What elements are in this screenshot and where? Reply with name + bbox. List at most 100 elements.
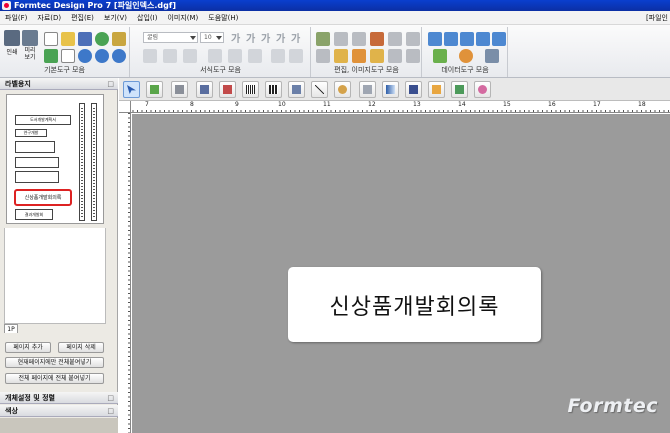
label-paper-header[interactable]: 라벨용지 □ (0, 78, 118, 90)
char-spacing-icon[interactable] (289, 49, 303, 63)
data-link-icon[interactable] (433, 49, 447, 63)
menu-view[interactable]: 보기(V) (99, 13, 132, 23)
expand-icon[interactable]: □ (107, 392, 114, 404)
paste-current-page-button[interactable]: 현재페이지에만 전체붙여넣기 (5, 357, 104, 368)
object-settings-title: 개체설정 및 정렬 (5, 394, 55, 402)
gradient-button[interactable] (382, 81, 399, 98)
menu-file[interactable]: 파일(F) (0, 13, 32, 23)
data-next-icon[interactable] (460, 32, 474, 46)
align-bottom-icon[interactable] (248, 49, 262, 63)
paste-all-pages-button[interactable]: 전체 페이지에 전체 붙여넣기 (5, 373, 104, 384)
image-export-icon[interactable] (112, 32, 126, 46)
data-first-icon[interactable] (428, 32, 442, 46)
underline-button[interactable]: 가 (261, 30, 270, 45)
photo-button[interactable] (451, 81, 468, 98)
page-thumbnail[interactable]: 도서개발계획서 연구개발 신상품개발회의록 결과개발회 (6, 94, 104, 224)
undo-icon[interactable] (316, 49, 330, 63)
menu-edit[interactable]: 편집(E) (66, 13, 99, 23)
shadow-text-button[interactable]: 가 (291, 30, 300, 45)
text-style-button[interactable] (405, 81, 422, 98)
new-file-icon[interactable] (44, 32, 58, 46)
barcode-2-button[interactable] (265, 81, 282, 98)
gradient-icon (386, 85, 395, 94)
draw-line-button[interactable] (219, 81, 236, 98)
left-panel-footer (0, 418, 118, 433)
grid-button[interactable] (359, 81, 376, 98)
object-settings-header[interactable]: 개체설정 및 정렬 □ (0, 392, 118, 404)
brightness-icon[interactable] (406, 49, 420, 63)
align-top-icon[interactable] (208, 49, 222, 63)
clipart-button[interactable] (474, 81, 491, 98)
align-middle-icon[interactable] (228, 49, 242, 63)
expand-icon[interactable]: □ (107, 405, 114, 417)
add-page-button[interactable]: 페이지 추가 (5, 342, 51, 353)
ruler-number: 9 (235, 101, 239, 108)
align-left-icon[interactable] (143, 49, 157, 63)
copy-icon[interactable] (334, 32, 348, 46)
barcode-button[interactable] (242, 81, 259, 98)
data-settings-icon[interactable] (485, 49, 499, 63)
page-tab-1[interactable]: 1P (4, 324, 18, 333)
print-icon[interactable] (4, 30, 20, 46)
table-button[interactable] (288, 81, 305, 98)
data-last-icon[interactable] (476, 32, 490, 46)
data-prev-icon[interactable] (444, 32, 458, 46)
align-center-icon[interactable] (163, 49, 177, 63)
line-icon (315, 85, 324, 94)
save-icon[interactable] (78, 32, 92, 46)
menu-help[interactable]: 도움말(H) (203, 13, 243, 23)
ruler-number: 11 (323, 101, 331, 108)
ruler-number: 15 (503, 101, 511, 108)
label-text[interactable]: 신상품개발회의록 (330, 289, 500, 321)
rotate-icon[interactable] (352, 49, 366, 63)
refresh-icon[interactable] (95, 32, 109, 46)
italic-button[interactable]: 가 (246, 30, 255, 45)
image-button[interactable] (428, 81, 445, 98)
delete-page-button[interactable]: 페이지 삭제 (58, 342, 104, 353)
zoom-in-icon[interactable] (78, 49, 92, 63)
image-icon (432, 85, 441, 94)
menu-image[interactable]: 이미지(M) (162, 13, 203, 23)
menu-data[interactable]: 자료(D) (32, 13, 66, 23)
zoom-out-icon[interactable] (95, 49, 109, 63)
color-header[interactable]: 색상 □ (0, 405, 118, 417)
cut-icon[interactable] (370, 32, 384, 46)
preview-icon[interactable] (22, 30, 38, 46)
open-folder-icon[interactable] (61, 32, 75, 46)
thumb-box-6: 결과개발회 (15, 209, 53, 220)
select-pointer-button[interactable] (123, 81, 140, 98)
copy-format-icon[interactable] (316, 32, 330, 46)
blank-page-icon[interactable] (61, 49, 75, 63)
size-combo[interactable]: 10 (200, 32, 224, 43)
thumb-strip-1 (79, 103, 85, 221)
thumbnail-area-blank (4, 228, 106, 324)
format-tools-label: 서식도구 모음 (200, 66, 241, 74)
move-tool-button[interactable] (146, 81, 163, 98)
shape-button[interactable] (334, 81, 351, 98)
image-insert-icon[interactable] (334, 49, 348, 63)
table-icon (292, 85, 301, 94)
delete-icon[interactable] (406, 32, 420, 46)
line-button[interactable] (311, 81, 328, 98)
crop-icon[interactable] (388, 49, 402, 63)
data-list-icon[interactable] (492, 32, 506, 46)
flip-icon[interactable] (370, 49, 384, 63)
data-merge-icon[interactable] (459, 49, 473, 63)
zoom-fit-icon[interactable] (112, 49, 126, 63)
menu-insert[interactable]: 삽입(I) (132, 13, 162, 23)
line-spacing-icon[interactable] (271, 49, 285, 63)
text-style-icon (409, 85, 418, 94)
checklist-icon[interactable] (44, 49, 58, 63)
font-combo[interactable]: 굴림 (143, 32, 198, 43)
clipboard-icon[interactable] (388, 32, 402, 46)
align-right-icon[interactable] (183, 49, 197, 63)
collapse-icon[interactable]: □ (107, 78, 114, 90)
bold-button[interactable]: 가 (231, 30, 240, 45)
design-canvas[interactable]: 신상품개발회의록 Formtec (132, 114, 670, 433)
text-tool-button[interactable] (171, 81, 188, 98)
left-panel: 라벨용지 □ 도서개발계획서 연구개발 신상품개발회의록 결과개발회 1P 페이… (0, 78, 118, 433)
vertical-text-button[interactable] (196, 81, 213, 98)
paste-icon[interactable] (352, 32, 366, 46)
strike-button[interactable]: 가 (276, 30, 285, 45)
label-card[interactable]: 신상품개발회의록 (288, 267, 541, 342)
